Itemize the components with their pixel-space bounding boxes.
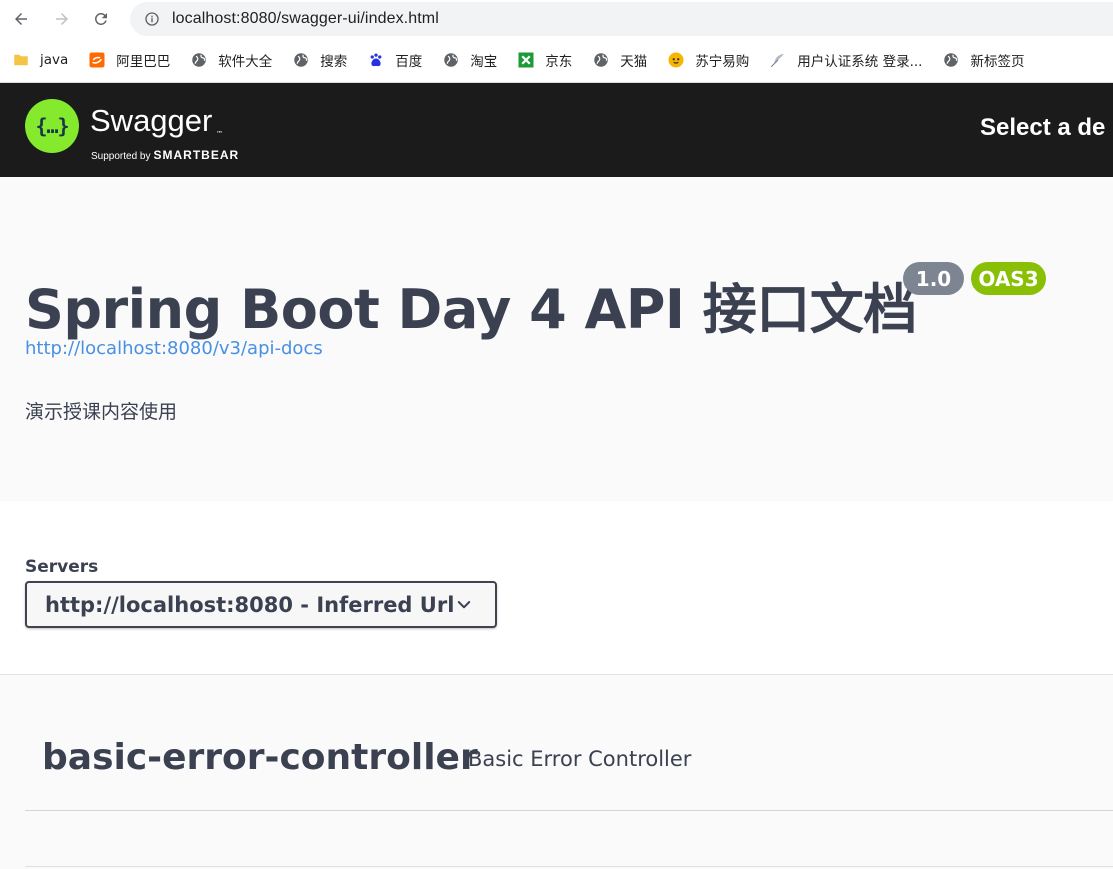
swagger-brand[interactable]: Swagger xyxy=(90,103,212,139)
bookmark-item[interactable]: 京东 xyxy=(517,50,572,70)
url-text: localhost:8080/swagger-ui/index.html xyxy=(172,10,439,27)
bookmark-item[interactable]: 新标签页 xyxy=(942,50,1024,70)
api-docs-link[interactable]: http://localhost:8080/v3/api-docs xyxy=(25,338,323,359)
tag-section: basic-error-controller Basic Error Contr… xyxy=(0,675,1113,869)
reload-button[interactable] xyxy=(88,6,114,32)
info-icon xyxy=(145,12,159,26)
trademark: ™ xyxy=(216,130,223,138)
arrow-left-icon xyxy=(15,13,27,25)
server-select[interactable]: http://localhost:8080 - Inferred Url xyxy=(25,581,497,628)
bookmark-label: 阿里巴巴 xyxy=(116,54,171,70)
server-select-value: http://localhost:8080 - Inferred Url xyxy=(45,592,455,617)
address-bar[interactable]: localhost:8080/swagger-ui/index.html xyxy=(130,2,1113,36)
smartbear-label: SMARTBEAR xyxy=(153,148,240,162)
bookmark-label: 淘宝 xyxy=(470,54,498,70)
jd-icon xyxy=(517,51,535,69)
bookmark-label: 新标签页 xyxy=(970,54,1025,70)
bookmark-item[interactable]: 苏宁易购 xyxy=(667,50,749,70)
swagger-logo-icon[interactable]: {…} xyxy=(25,99,79,153)
forward-button[interactable] xyxy=(49,6,75,32)
baidu-icon xyxy=(367,51,385,69)
globe-icon xyxy=(292,51,310,69)
bookmark-label: 天猫 xyxy=(620,54,648,70)
folder-icon xyxy=(12,51,30,69)
bookmark-label: 百度 xyxy=(395,54,423,70)
feather-icon xyxy=(769,51,787,69)
select-definition-label: Select a de xyxy=(980,114,1106,141)
servers-label: Servers xyxy=(25,557,99,577)
tag-description: Basic Error Controller xyxy=(468,747,692,771)
api-description: 演示授课内容使用 xyxy=(25,401,178,423)
info-section: Spring Boot Day 4 API 接口文档 1.0 OAS3 http… xyxy=(0,177,1113,501)
version-badge: 1.0 xyxy=(903,262,964,295)
bookmark-item[interactable]: 搜索 xyxy=(292,50,347,70)
bookmark-item[interactable]: 用户认证系统 登录... xyxy=(769,50,922,70)
divider xyxy=(25,866,1113,867)
globe-icon xyxy=(190,51,208,69)
bookmark-item[interactable]: 软件大全 xyxy=(190,50,272,70)
globe-icon xyxy=(592,51,610,69)
oas-badge: OAS3 xyxy=(971,262,1046,295)
api-title: Spring Boot Day 4 API 接口文档 xyxy=(25,278,917,341)
divider xyxy=(25,810,1113,811)
bookmark-label: 京东 xyxy=(545,54,573,70)
swagger-topbar: {…} Swagger ™ Supported by SMARTBEAR Sele… xyxy=(0,83,1113,177)
bookmark-label: 搜索 xyxy=(320,54,348,70)
bookmark-item[interactable]: 淘宝 xyxy=(442,50,497,70)
bookmark-item[interactable]: 百度 xyxy=(367,50,422,70)
bookmark-item[interactable]: 阿里巴巴 xyxy=(88,50,170,70)
back-button[interactable] xyxy=(8,6,34,32)
bookmark-label: 软件大全 xyxy=(218,54,273,70)
reload-icon xyxy=(94,12,107,25)
browser-chrome: localhost:8080/swagger-ui/index.html jav… xyxy=(0,0,1113,83)
bookmark-item[interactable]: 天猫 xyxy=(592,50,647,70)
servers-section: Servers http://localhost:8080 - Inferred… xyxy=(0,501,1113,675)
suning-icon xyxy=(667,51,685,69)
bookmark-label: 用户认证系统 登录... xyxy=(797,54,923,70)
bookmark-label: java xyxy=(40,52,69,68)
arrow-right-icon xyxy=(56,13,68,25)
globe-icon xyxy=(442,51,460,69)
tag-name[interactable]: basic-error-controller xyxy=(42,737,478,778)
bookmark-label: 苏宁易购 xyxy=(695,54,750,70)
supported-by: Supported by SMARTBEAR xyxy=(91,148,240,162)
chevron-down-icon xyxy=(457,601,471,609)
bookmark-item[interactable]: java xyxy=(12,51,68,69)
alibaba-icon xyxy=(88,51,106,69)
bookmarks-bar: java 阿里巴巴 软件大全 搜索 百度 淘宝 京东 天猫 苏宁易购 用户认证系统 登录... 新标… xyxy=(0,44,1113,76)
globe-icon xyxy=(942,51,960,69)
